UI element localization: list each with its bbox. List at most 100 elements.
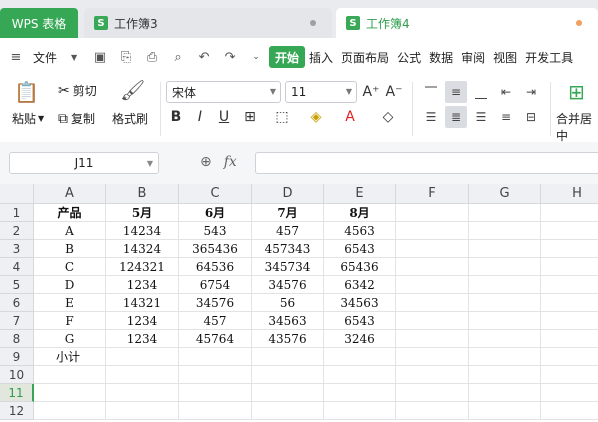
doc-tab-2[interactable]: S 工作簿4 xyxy=(336,8,598,38)
cell-c11[interactable] xyxy=(179,384,252,402)
row-header-1[interactable]: 1 xyxy=(0,204,34,222)
cell-d1[interactable]: 7月 xyxy=(252,204,324,222)
underline-icon[interactable]: U xyxy=(214,106,234,128)
cell-b7[interactable]: 1234 xyxy=(106,312,179,330)
unsaved-dot-icon[interactable] xyxy=(576,20,582,26)
cell-h5[interactable] xyxy=(541,276,598,294)
borders-icon[interactable]: ⊞ xyxy=(240,106,260,128)
font-color-icon[interactable]: A xyxy=(340,106,360,128)
hamburger-menu-icon[interactable]: ≡ xyxy=(8,49,24,65)
cell-a9[interactable]: 小计 xyxy=(34,348,106,366)
cell-f5[interactable] xyxy=(396,276,469,294)
column-header-g[interactable]: G xyxy=(469,184,541,204)
print-preview-icon[interactable]: ⌕ xyxy=(170,49,186,65)
cell-c5[interactable]: 6754 xyxy=(179,276,252,294)
copy-button[interactable]: ⧉ 复制 xyxy=(58,110,95,127)
column-header-h[interactable]: H xyxy=(541,184,598,204)
cell-h3[interactable] xyxy=(541,240,598,258)
cell-e10[interactable] xyxy=(324,366,396,384)
cell-b11[interactable] xyxy=(106,384,179,402)
cell-f4[interactable] xyxy=(396,258,469,276)
column-header-c[interactable]: C xyxy=(179,184,252,204)
column-header-d[interactable]: D xyxy=(252,184,324,204)
cell-d12[interactable] xyxy=(252,402,324,420)
cell-f1[interactable] xyxy=(396,204,469,222)
cell-f6[interactable] xyxy=(396,294,469,312)
cell-e11[interactable] xyxy=(324,384,396,402)
row-header-9[interactable]: 9 xyxy=(0,348,34,366)
formula-input[interactable] xyxy=(255,152,598,174)
cell-g1[interactable] xyxy=(469,204,541,222)
cell-d10[interactable] xyxy=(252,366,324,384)
zoom-icon[interactable]: ⊕ xyxy=(200,154,212,170)
cell-b4[interactable]: 124321 xyxy=(106,258,179,276)
cell-h11[interactable] xyxy=(541,384,598,402)
cell-a4[interactable]: C xyxy=(34,258,106,276)
distributed-icon[interactable]: ⊟ xyxy=(520,106,542,128)
cell-e8[interactable]: 3246 xyxy=(324,330,396,348)
cell-g7[interactable] xyxy=(469,312,541,330)
cell-c4[interactable]: 64536 xyxy=(179,258,252,276)
cell-h8[interactable] xyxy=(541,330,598,348)
paste-menu[interactable]: 粘贴 ▼ xyxy=(12,110,44,127)
align-right-icon[interactable]: ☰ xyxy=(470,106,492,128)
cell-f2[interactable] xyxy=(396,222,469,240)
cell-b3[interactable]: 14324 xyxy=(106,240,179,258)
decrease-indent-icon[interactable]: ⇤ xyxy=(495,81,517,103)
cell-a3[interactable]: B xyxy=(34,240,106,258)
cell-h12[interactable] xyxy=(541,402,598,420)
cell-b9[interactable] xyxy=(106,348,179,366)
row-header-5[interactable]: 5 xyxy=(0,276,34,294)
cell-h6[interactable] xyxy=(541,294,598,312)
row-header-2[interactable]: 2 xyxy=(0,222,34,240)
cell-d3[interactable]: 457343 xyxy=(252,240,324,258)
cell-g8[interactable] xyxy=(469,330,541,348)
fill-effects-icon[interactable]: ⬚ xyxy=(272,106,292,128)
align-left-icon[interactable]: ☰ xyxy=(420,106,442,128)
cell-b2[interactable]: 14234 xyxy=(106,222,179,240)
cell-c6[interactable]: 34576 xyxy=(179,294,252,312)
menu-tab-home[interactable]: 开始 xyxy=(269,46,306,68)
cell-c7[interactable]: 457 xyxy=(179,312,252,330)
fx-icon[interactable]: fx xyxy=(224,154,237,170)
cell-d2[interactable]: 457 xyxy=(252,222,324,240)
increase-font-icon[interactable]: A⁺ xyxy=(361,81,381,103)
row-header-4[interactable]: 4 xyxy=(0,258,34,276)
cell-f9[interactable] xyxy=(396,348,469,366)
cell-a10[interactable] xyxy=(34,366,106,384)
cell-b6[interactable]: 14321 xyxy=(106,294,179,312)
cell-g10[interactable] xyxy=(469,366,541,384)
menu-tab-insert[interactable]: 插入 xyxy=(305,46,337,68)
cell-h1[interactable] xyxy=(541,204,598,222)
cell-e9[interactable] xyxy=(324,348,396,366)
cell-a2[interactable]: A xyxy=(34,222,106,240)
cell-c10[interactable] xyxy=(179,366,252,384)
decrease-font-icon[interactable]: A⁻ xyxy=(384,81,404,103)
name-box[interactable]: J11 ▼ xyxy=(9,152,159,174)
align-center-icon[interactable]: ≣ xyxy=(445,106,467,128)
font-size-select[interactable]: 11 ▼ xyxy=(285,81,357,103)
undo-icon[interactable]: ↶ xyxy=(196,49,212,65)
row-header-6[interactable]: 6 xyxy=(0,294,34,312)
cell-c8[interactable]: 45764 xyxy=(179,330,252,348)
cell-g5[interactable] xyxy=(469,276,541,294)
cell-b10[interactable] xyxy=(106,366,179,384)
close-dot-icon[interactable] xyxy=(310,20,316,26)
menu-tab-data[interactable]: 数据 xyxy=(425,46,457,68)
menu-tab-developer[interactable]: 开发工具 xyxy=(521,46,577,68)
cell-d8[interactable]: 43576 xyxy=(252,330,324,348)
row-header-3[interactable]: 3 xyxy=(0,240,34,258)
cell-e5[interactable]: 6342 xyxy=(324,276,396,294)
menu-tab-review[interactable]: 审阅 xyxy=(457,46,489,68)
cell-c2[interactable]: 543 xyxy=(179,222,252,240)
cell-a5[interactable]: D xyxy=(34,276,106,294)
cell-f12[interactable] xyxy=(396,402,469,420)
column-header-e[interactable]: E xyxy=(324,184,396,204)
cell-e2[interactable]: 4563 xyxy=(324,222,396,240)
redo-icon[interactable]: ↷ xyxy=(222,49,238,65)
cell-e3[interactable]: 6543 xyxy=(324,240,396,258)
app-tab[interactable]: WPS 表格 xyxy=(0,8,78,38)
cell-f8[interactable] xyxy=(396,330,469,348)
cell-c12[interactable] xyxy=(179,402,252,420)
cell-g4[interactable] xyxy=(469,258,541,276)
